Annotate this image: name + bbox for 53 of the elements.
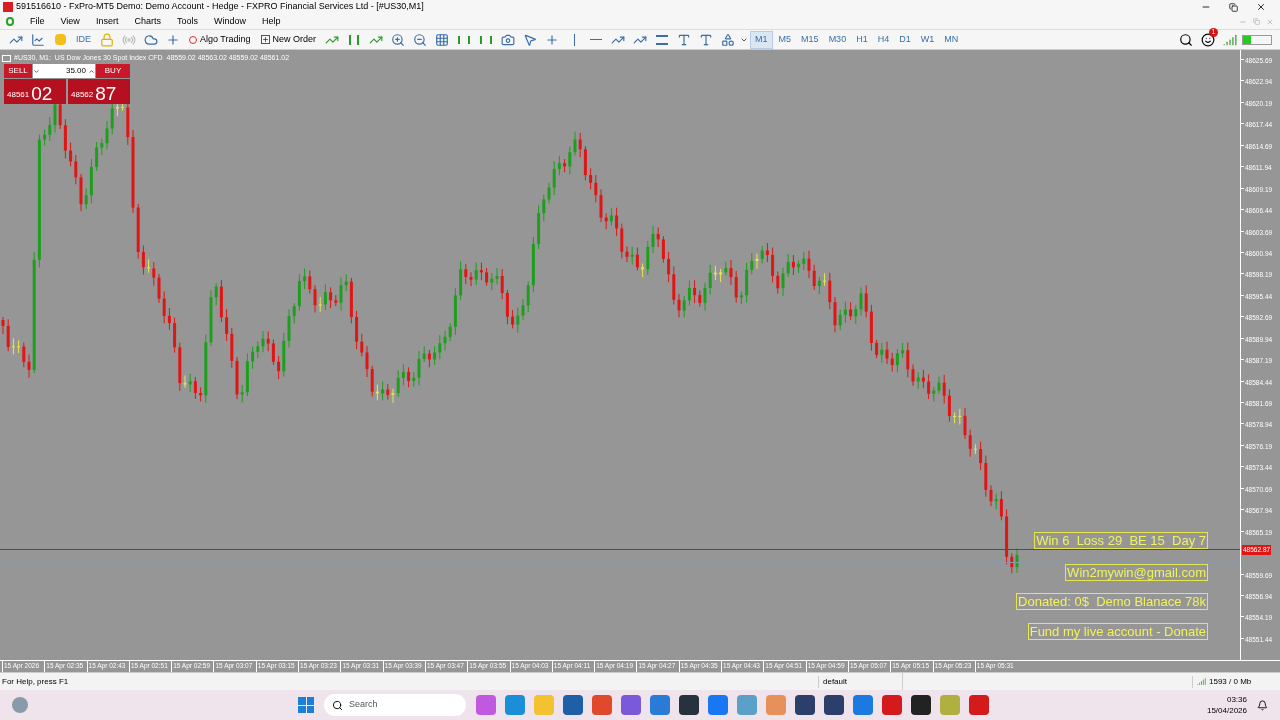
menu-item[interactable]: Help: [261, 14, 281, 29]
increase-icon[interactable]: [88, 67, 95, 75]
timeframe-button[interactable]: M5: [774, 30, 796, 49]
sell-button[interactable]: SELL: [4, 64, 32, 78]
timeframe-button[interactable]: M1: [750, 30, 773, 49]
timeframe-button[interactable]: M15: [797, 30, 823, 49]
volume-field[interactable]: 35.00: [33, 64, 95, 78]
status-help-text: For Help, press F1: [1, 675, 70, 688]
timeframe-button[interactable]: MN: [940, 30, 963, 49]
menu-item[interactable]: Insert: [95, 14, 119, 29]
decrease-icon[interactable]: [33, 67, 40, 75]
signal-icon: [1197, 677, 1206, 686]
menu-item[interactable]: View: [60, 14, 80, 29]
clock-time: 03:36: [1226, 694, 1247, 705]
new-order-button[interactable]: New Order: [256, 32, 321, 47]
close-icon[interactable]: [1256, 2, 1266, 12]
chart-grid-icon: [2, 54, 11, 62]
chart-note: Donated: 0$ Demo Blanace 78k: [1016, 593, 1208, 610]
taskbar-app-icon[interactable]: [911, 695, 931, 715]
ide-button[interactable]: IDE: [72, 32, 95, 47]
chart-note: Win 6 Loss 29 BE 15 Day 7: [1034, 532, 1208, 549]
algo-trading-button[interactable]: Algo Trading: [185, 32, 255, 47]
taskbar-app-icon[interactable]: [795, 695, 815, 715]
connection-meter-icon: [1242, 34, 1272, 45]
menu-item[interactable]: Charts: [134, 14, 161, 29]
menu-item[interactable]: File: [30, 14, 45, 29]
profile-status: default: [818, 675, 902, 688]
plus-icon: [260, 35, 270, 44]
timeframe-button[interactable]: D1: [895, 30, 915, 49]
chart-note: Win2mywin@gmail.com: [1065, 564, 1208, 581]
menu-item[interactable]: Window: [213, 14, 246, 29]
timeframe-button[interactable]: M30: [824, 30, 851, 49]
taskbar-app-icon[interactable]: [679, 695, 699, 715]
notification-icon[interactable]: [1257, 699, 1268, 711]
timeframe-button[interactable]: H4: [873, 30, 894, 49]
start-icon[interactable]: [298, 697, 314, 713]
clock-date: 15/04/2026: [1206, 705, 1247, 716]
taskbar-search-field[interactable]: Search: [324, 694, 466, 716]
chart-note: Fund my live account - Donate: [1027, 623, 1208, 640]
taskbar-app-icon[interactable]: [824, 695, 844, 715]
search-icon: [332, 699, 343, 711]
buy-price-button[interactable]: 48562 87: [68, 79, 130, 104]
traffic-status: 1593 / 0 Mb: [1209, 675, 1252, 688]
sell-price-button[interactable]: 48561 02: [4, 79, 66, 104]
buy-button[interactable]: BUY: [96, 64, 130, 78]
timeframe-button[interactable]: H1: [852, 30, 872, 49]
menu-item[interactable]: Tools: [176, 14, 198, 29]
taskbar-app-icon[interactable]: [563, 695, 583, 715]
timeframe-button[interactable]: W1: [916, 30, 939, 49]
app-logo-icon: [3, 2, 13, 12]
chart-bars-icon: [6, 17, 14, 26]
restore-icon[interactable]: [1229, 2, 1238, 12]
window-title: 591516610 - FxPro-MT5 Demo: Demo Account - Hedge - FXPRO Financial Services Ltd - [#US30,M1]: [16, 0, 424, 14]
